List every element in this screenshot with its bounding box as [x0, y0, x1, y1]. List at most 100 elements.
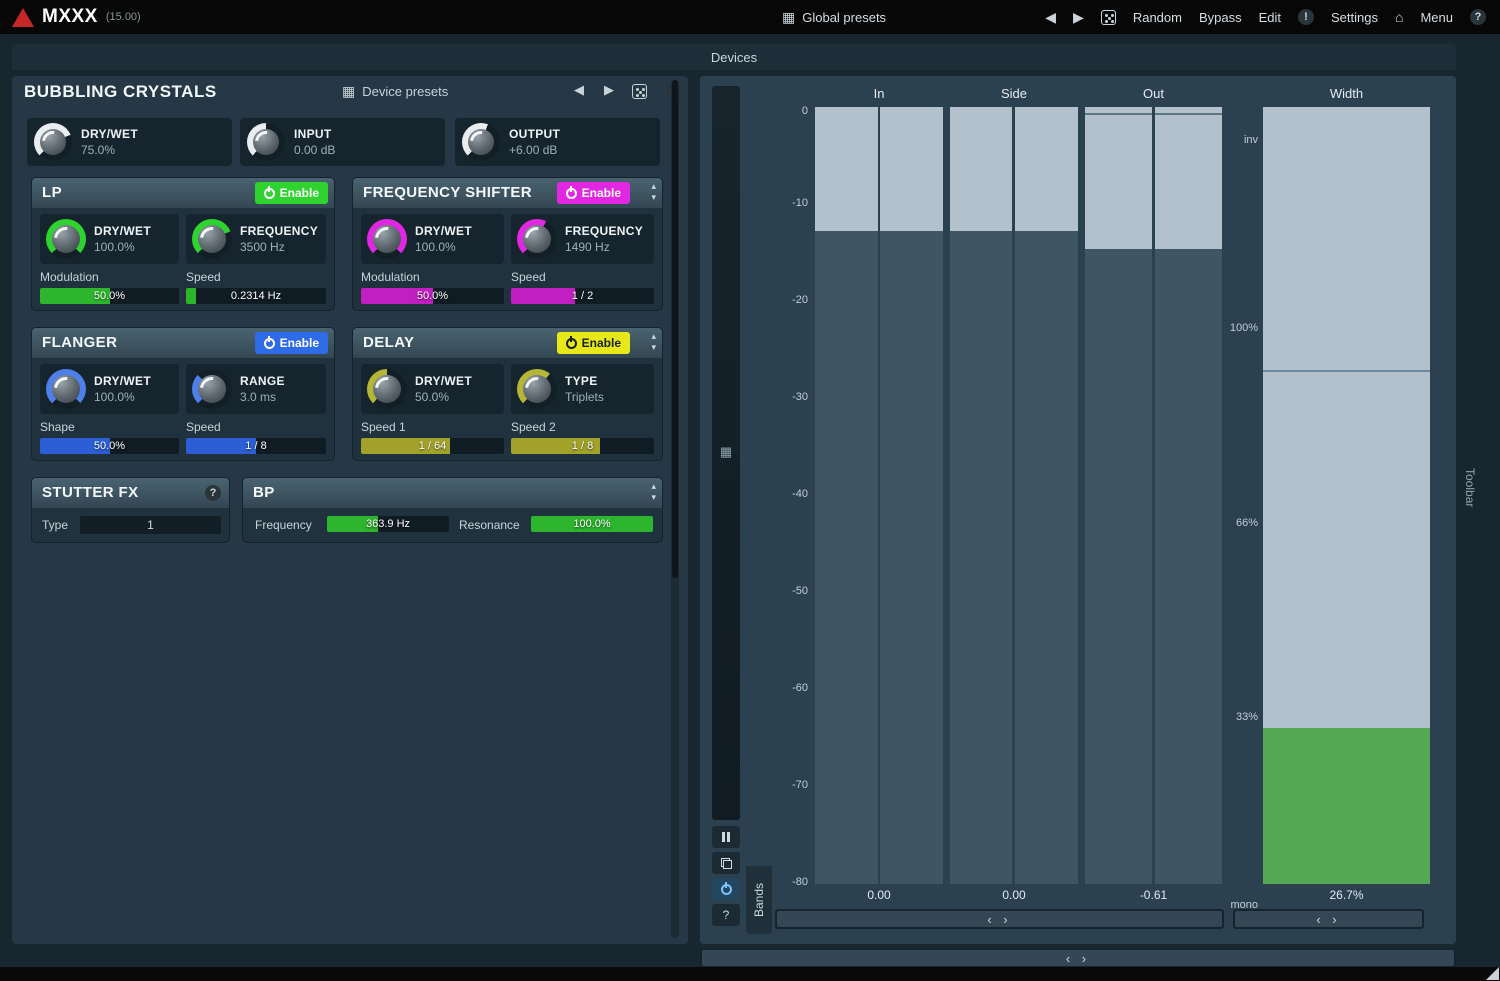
scrollbar-thumb[interactable]: [672, 80, 678, 578]
fs-drywet-knob[interactable]: [367, 219, 407, 259]
lp-enable-button[interactable]: Enable: [255, 182, 328, 204]
delay-enable-button[interactable]: Enable: [557, 332, 630, 354]
delay-speed2-bar[interactable]: 1 / 8: [511, 438, 654, 454]
spinner-down-icon: ▾: [651, 492, 656, 503]
width-hscrollbar[interactable]: ‹ ›: [1233, 909, 1424, 929]
bp-reorder-spinner[interactable]: ▴▾: [651, 481, 656, 503]
global-presets-button[interactable]: ▦ Global presets: [782, 0, 886, 34]
bp-resonance-bar[interactable]: 100.0%: [531, 516, 653, 532]
knob-value: 0.00 dB: [294, 143, 335, 157]
menu-button[interactable]: Menu: [1420, 10, 1453, 25]
randomize-dice-icon[interactable]: [1101, 10, 1116, 25]
random-button[interactable]: Random: [1133, 10, 1182, 25]
meter-pause-button[interactable]: [712, 826, 740, 848]
knob-face: [198, 375, 226, 403]
main-input-knob[interactable]: [247, 123, 285, 161]
spinner-up-icon: ▴: [651, 331, 656, 342]
meter-in-right: [880, 107, 943, 884]
lp-drywet-knob[interactable]: [46, 219, 86, 259]
device-presets-label: Device presets: [362, 84, 448, 99]
side-peak-value: 0.00: [950, 888, 1078, 902]
stutter-help-icon[interactable]: ?: [205, 485, 221, 501]
prev-preset-icon[interactable]: ◀: [1045, 9, 1056, 26]
knob-value: 50.0%: [415, 390, 472, 404]
bar-label: Speed 1: [361, 420, 406, 434]
module-title: STUTTER FX: [42, 484, 139, 501]
home-icon[interactable]: ⌂: [1395, 9, 1403, 25]
melda-logo-icon: [12, 8, 34, 27]
delay-reorder-spinner[interactable]: ▴▾: [651, 331, 656, 353]
main-output-knob[interactable]: [462, 123, 500, 161]
global-presets-label: Global presets: [802, 10, 886, 25]
meter-hscrollbar[interactable]: ‹ ›: [775, 909, 1224, 929]
stutter-type-field[interactable]: 1: [80, 516, 221, 534]
knob-face: [198, 225, 226, 253]
flanger-enable-button[interactable]: Enable: [255, 332, 328, 354]
device-presets-button[interactable]: ▦ Device presets: [342, 83, 448, 100]
meter-range-slider[interactable]: ▦: [712, 86, 740, 820]
delay-type-knob[interactable]: [517, 369, 557, 409]
device-prev-icon[interactable]: ◀: [574, 82, 584, 98]
bar-value: 363.9 Hz: [327, 516, 449, 532]
device-randomize-dice-icon[interactable]: [632, 84, 647, 99]
tab-devices[interactable]: Devices: [681, 50, 787, 65]
knob-face: [468, 129, 494, 155]
delay-speed1-bar[interactable]: 1 / 64: [361, 438, 504, 454]
fs-reorder-spinner[interactable]: ▴▾: [651, 181, 656, 203]
delay-drywet-knob[interactable]: [367, 369, 407, 409]
scrollbar-thumb[interactable]: ‹ ›: [1235, 911, 1422, 927]
fs-frequency-knob[interactable]: [517, 219, 557, 259]
knob-value: Triplets: [565, 390, 604, 404]
module-title: FLANGER: [42, 334, 117, 351]
meter-layout-button[interactable]: [712, 852, 740, 874]
lp-frequency-knob[interactable]: [192, 219, 232, 259]
module-bp-header: BP ▴▾: [243, 478, 662, 508]
bypass-button[interactable]: Bypass: [1199, 10, 1242, 25]
settings-button[interactable]: Settings: [1331, 10, 1378, 25]
scrollbar-thumb[interactable]: ‹ ›: [702, 950, 1454, 966]
flanger-range-knob[interactable]: [192, 369, 232, 409]
in-peak-value: 0.00: [815, 888, 943, 902]
knob-value: 100.0%: [94, 240, 151, 254]
bp-frequency-bar[interactable]: 363.9 Hz: [327, 516, 449, 532]
tab-toolbar[interactable]: Toolbar: [1463, 468, 1477, 507]
tab-strip: Devices: [12, 44, 1456, 70]
edit-button[interactable]: Edit: [1259, 10, 1281, 25]
fs-modulation-bar[interactable]: 50.0%: [361, 288, 504, 304]
main-drywet-knob[interactable]: [34, 123, 72, 161]
flanger-drywet-knob[interactable]: [46, 369, 86, 409]
knob-label: RANGE: [240, 374, 285, 388]
knob-face: [40, 129, 66, 155]
help-icon: ?: [723, 908, 730, 922]
bar-value: 50.0%: [40, 438, 179, 454]
meter-power-button[interactable]: [712, 878, 740, 900]
lp-modulation-bar[interactable]: 50.0%: [40, 288, 179, 304]
fs-enable-button[interactable]: Enable: [557, 182, 630, 204]
meter-fill: [880, 231, 943, 884]
knob-face: [523, 225, 551, 253]
width-meter: [1263, 107, 1430, 884]
knob-face: [253, 129, 279, 155]
fs-frequency-group: FREQUENCY1490 Hz: [511, 214, 654, 264]
main-output-group: OUTPUT+6.00 dB: [455, 118, 660, 166]
db-tick: -20: [792, 294, 808, 306]
help-icon[interactable]: ?: [1470, 9, 1486, 25]
device-panel-scrollbar[interactable]: [671, 80, 679, 938]
topbar-actions: ◀ ▶ Random Bypass Edit ! Settings ⌂ Menu…: [1045, 9, 1500, 26]
module-title: DELAY: [363, 334, 414, 351]
resize-grip[interactable]: [1486, 967, 1499, 980]
lp-speed-bar[interactable]: 0.2314 Hz: [186, 288, 326, 304]
bar-value: 1 / 64: [361, 438, 504, 454]
bar-value: 100.0%: [531, 516, 653, 532]
flanger-shape-bar[interactable]: 50.0%: [40, 438, 179, 454]
db-scale: 0 -10 -20 -30 -40 -50 -60 -70 -80: [760, 107, 808, 884]
flanger-speed-bar[interactable]: 1 / 8: [186, 438, 326, 454]
meter-help-button[interactable]: ?: [712, 904, 740, 926]
fs-speed-bar[interactable]: 1 / 2: [511, 288, 654, 304]
bottom-hscrollbar[interactable]: ‹ ›: [700, 948, 1456, 968]
bar-label: Speed: [186, 270, 221, 284]
alert-icon[interactable]: !: [1298, 9, 1314, 25]
next-preset-icon[interactable]: ▶: [1073, 9, 1084, 26]
scrollbar-thumb[interactable]: ‹ ›: [777, 911, 1222, 927]
device-next-icon[interactable]: ▶: [604, 82, 614, 98]
